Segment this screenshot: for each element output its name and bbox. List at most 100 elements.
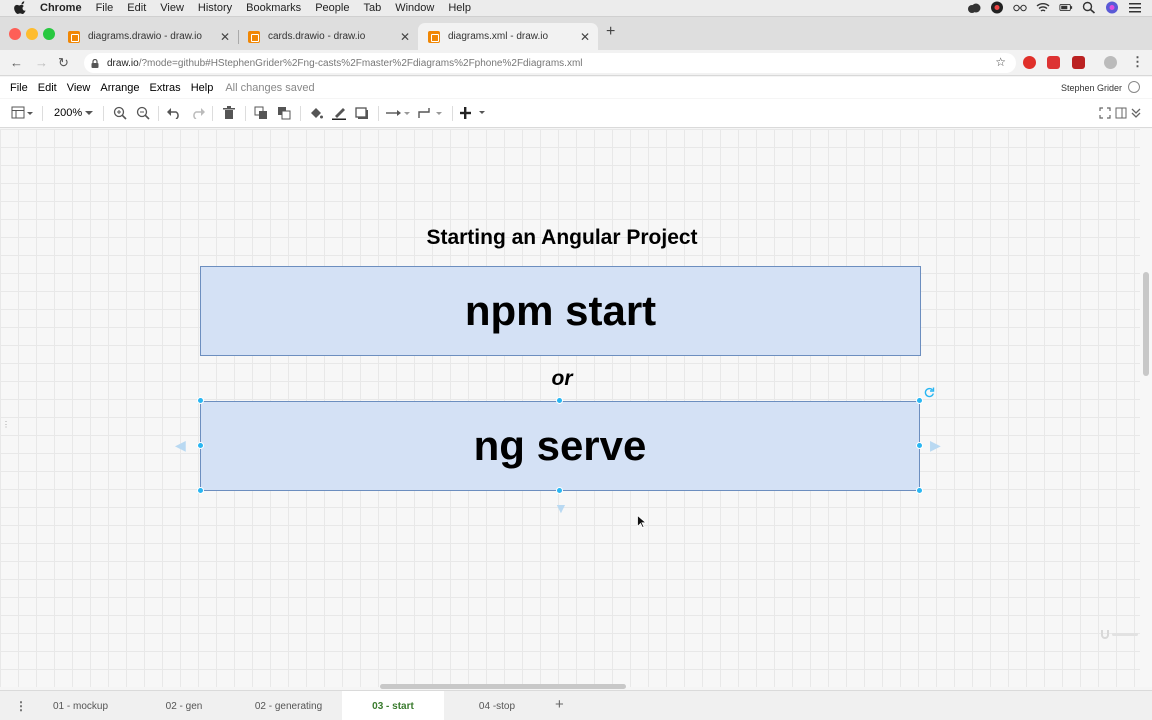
battery-icon[interactable] xyxy=(1059,1,1073,14)
status-icons xyxy=(967,1,1142,14)
url-input[interactable]: draw.io/?mode=github#HStephenGrider%2Fng… xyxy=(84,53,1016,73)
connect-arrow-right-icon[interactable]: ▶ xyxy=(930,437,941,454)
zoom-level[interactable]: 200% xyxy=(54,107,82,119)
url-host: draw.io xyxy=(107,57,139,69)
globe-icon[interactable] xyxy=(1128,81,1140,93)
siri-icon[interactable] xyxy=(1105,1,1119,14)
save-status: All changes saved xyxy=(225,81,315,94)
forward-arrow-icon[interactable]: → xyxy=(35,55,48,70)
undo-icon[interactable] xyxy=(166,105,182,121)
rotate-handle-icon[interactable] xyxy=(924,387,935,398)
to-back-icon[interactable] xyxy=(276,105,292,121)
horizontal-scroll-thumb[interactable] xyxy=(380,684,626,689)
minimize-window-button[interactable] xyxy=(26,28,38,40)
menu-bookmarks[interactable]: Bookmarks xyxy=(246,2,301,14)
menu-window[interactable]: Window xyxy=(395,2,434,14)
page-tab[interactable]: 01 - mockup xyxy=(30,691,131,720)
more-options-icon[interactable]: ⋮ xyxy=(1131,54,1144,70)
fullscreen-icon[interactable] xyxy=(1098,105,1112,121)
pages-menu-icon[interactable]: ⋮ xyxy=(15,699,27,713)
close-icon[interactable]: ✕ xyxy=(400,30,410,44)
resize-handle[interactable] xyxy=(916,442,923,449)
close-icon[interactable]: ✕ xyxy=(580,30,590,44)
menu-chrome[interactable]: Chrome xyxy=(40,2,82,14)
connect-arrow-left-icon[interactable]: ◀ xyxy=(175,437,186,454)
drawio-favicon-icon xyxy=(248,30,260,43)
or-label[interactable]: or xyxy=(500,367,624,391)
browser-tab-active[interactable]: diagrams.xml - draw.io ✕ xyxy=(418,23,598,50)
zoom-out-icon[interactable] xyxy=(135,105,151,121)
opera-extension-icon[interactable] xyxy=(1023,56,1036,69)
browser-tab[interactable]: cards.drawio - draw.io ✕ xyxy=(238,23,418,50)
wifi-icon[interactable] xyxy=(1036,1,1050,14)
menu-help[interactable]: Help xyxy=(448,2,471,14)
resize-handle[interactable] xyxy=(197,442,204,449)
resize-handle[interactable] xyxy=(197,487,204,494)
bookmark-star-icon[interactable]: ☆ xyxy=(995,55,1006,69)
drawio-menu-edit[interactable]: Edit xyxy=(38,82,57,94)
add-page-button[interactable]: + xyxy=(555,696,564,713)
menu-edit[interactable]: Edit xyxy=(127,2,146,14)
zoom-dropdown-icon[interactable] xyxy=(84,105,94,121)
creative-cloud-icon[interactable] xyxy=(967,1,981,14)
new-tab-button[interactable]: + xyxy=(606,23,615,41)
sidebar-collapse-handle[interactable]: ⋮ xyxy=(2,420,10,429)
menu-tab[interactable]: Tab xyxy=(363,2,381,14)
resize-handle[interactable] xyxy=(556,397,563,404)
page-tab[interactable]: 02 - generating xyxy=(237,691,340,720)
notification-center-icon[interactable] xyxy=(1128,1,1142,14)
page-tab-active[interactable]: 03 - start xyxy=(342,691,444,720)
browser-tab-title: cards.drawio - draw.io xyxy=(268,31,366,42)
resize-handle[interactable] xyxy=(556,487,563,494)
close-icon[interactable]: ✕ xyxy=(220,30,230,44)
drawio-menu-file[interactable]: File xyxy=(10,82,28,94)
ng-serve-shape-selected[interactable]: ng serve xyxy=(200,401,920,491)
page-tab[interactable]: 04 -stop xyxy=(446,691,548,720)
vertical-scrollbar[interactable] xyxy=(1140,129,1152,687)
address-bar-row: ← → ↻ draw.io/?mode=github#HStephenGride… xyxy=(0,50,1152,76)
fill-color-icon[interactable] xyxy=(308,105,324,121)
shadow-icon[interactable] xyxy=(354,105,370,121)
redo-icon[interactable] xyxy=(190,105,206,121)
browser-tab[interactable]: diagrams.drawio - draw.io ✕ xyxy=(58,23,238,50)
resize-handle[interactable] xyxy=(916,487,923,494)
format-panel-toggle-icon[interactable] xyxy=(10,105,34,121)
profile-avatar[interactable] xyxy=(1104,56,1117,69)
close-window-button[interactable] xyxy=(9,28,21,40)
delete-icon[interactable] xyxy=(221,105,237,121)
format-panel-icon[interactable] xyxy=(1114,105,1128,121)
maximize-window-button[interactable] xyxy=(43,28,55,40)
reload-icon[interactable]: ↻ xyxy=(58,55,69,71)
lastpass-extension-icon[interactable] xyxy=(1047,56,1060,69)
npm-start-shape[interactable]: npm start xyxy=(200,266,921,356)
menu-file[interactable]: File xyxy=(96,2,114,14)
to-front-icon[interactable] xyxy=(253,105,269,121)
page-tab[interactable]: 02 - gen xyxy=(133,691,235,720)
diagram-title[interactable]: Starting an Angular Project xyxy=(380,226,744,250)
insert-plus-icon[interactable] xyxy=(460,105,488,121)
menu-view[interactable]: View xyxy=(160,2,184,14)
apple-icon[interactable] xyxy=(14,1,28,15)
udemy-watermark-icon xyxy=(1101,630,1138,639)
resize-handle[interactable] xyxy=(197,397,204,404)
glasses-icon[interactable] xyxy=(1013,1,1027,14)
waypoints-icon[interactable] xyxy=(418,105,444,121)
line-color-icon[interactable] xyxy=(331,105,347,121)
drawio-menu-help[interactable]: Help xyxy=(191,82,214,94)
drawio-menu-extras[interactable]: Extras xyxy=(150,82,181,94)
sync-icon[interactable] xyxy=(990,1,1004,14)
back-arrow-icon[interactable]: ← xyxy=(10,55,23,70)
collapse-toolbar-icon[interactable] xyxy=(1129,105,1143,121)
connection-style-icon[interactable] xyxy=(386,105,410,121)
vertical-scroll-thumb[interactable] xyxy=(1143,272,1149,376)
ublock-extension-icon[interactable] xyxy=(1072,56,1085,69)
connect-arrow-down-icon[interactable]: ▼ xyxy=(554,500,568,516)
menu-history[interactable]: History xyxy=(198,2,232,14)
drawio-menu-view[interactable]: View xyxy=(67,82,91,94)
zoom-in-icon[interactable] xyxy=(112,105,128,121)
drawio-menu-arrange[interactable]: Arrange xyxy=(100,82,139,94)
search-icon[interactable] xyxy=(1082,1,1096,14)
resize-handle[interactable] xyxy=(916,397,923,404)
user-name[interactable]: Stephen Grider xyxy=(1061,83,1122,93)
menu-people[interactable]: People xyxy=(315,2,349,14)
